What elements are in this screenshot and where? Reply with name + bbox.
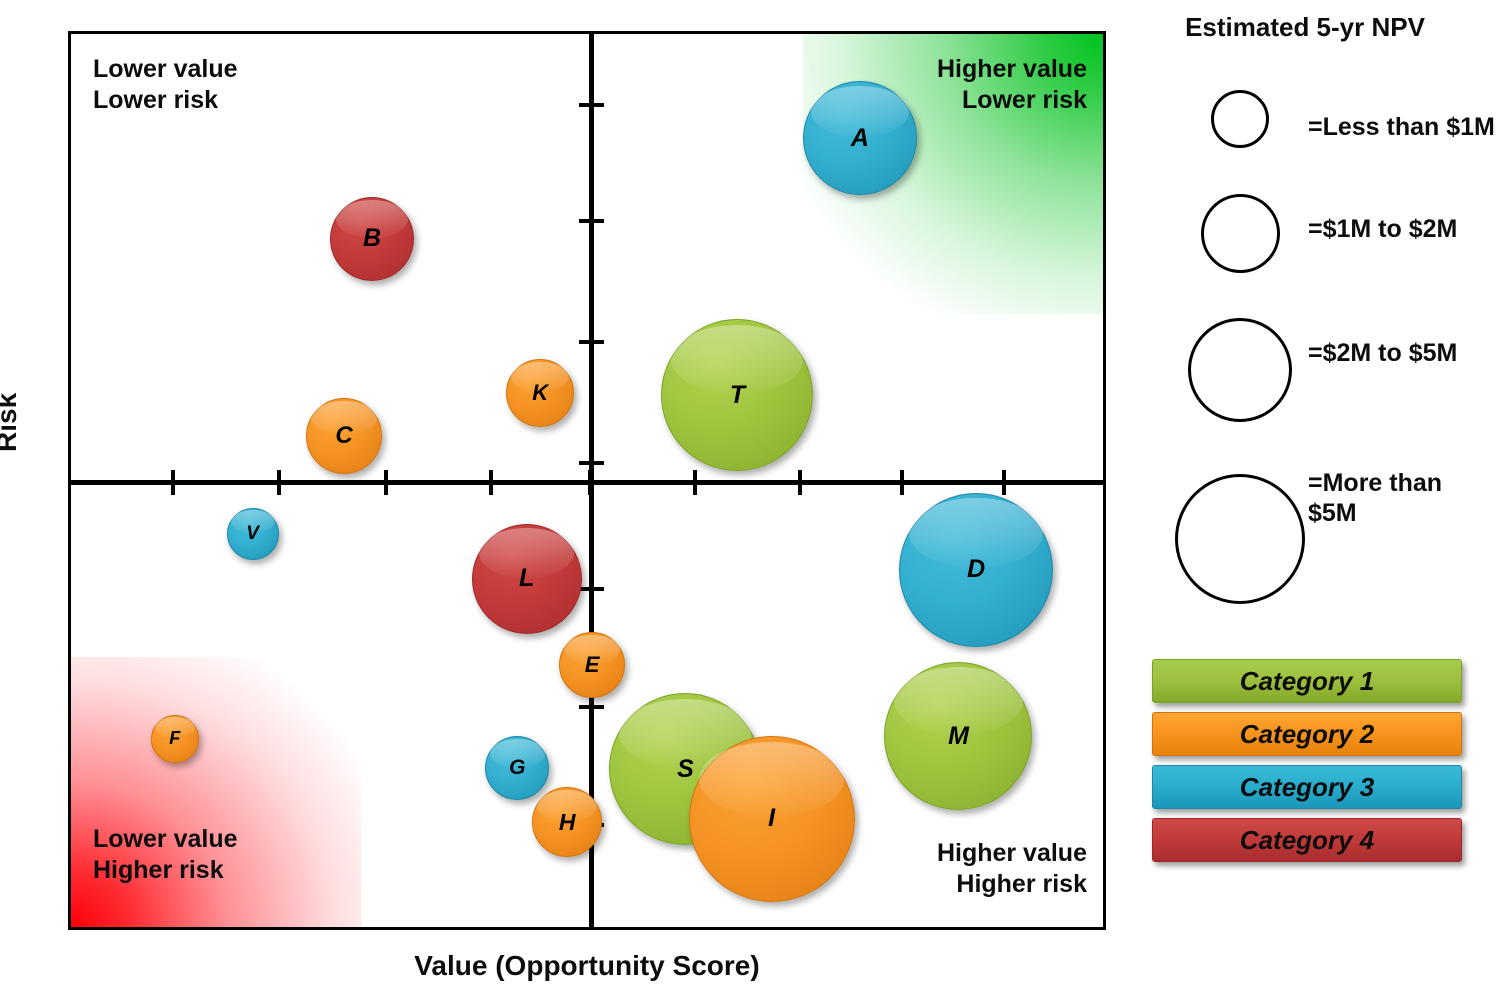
bubble-A[interactable]: A xyxy=(802,81,917,196)
bubble-label: F xyxy=(169,728,181,749)
bubble-label: V xyxy=(246,522,259,544)
y-tick-1 xyxy=(579,218,604,223)
bubble-G[interactable]: G xyxy=(485,736,550,801)
y-tick-3 xyxy=(579,460,604,465)
quadrant-label-top-right: Higher value Lower risk xyxy=(936,55,1087,114)
x-tick-6 xyxy=(797,470,802,495)
npv-size-circle-2 xyxy=(1200,194,1280,273)
y-tick-5 xyxy=(579,705,604,710)
bubble-label: G xyxy=(509,756,526,780)
x-tick-2 xyxy=(383,470,388,495)
bubble-label: T xyxy=(729,380,746,409)
bubble-chart-page: Lower value Lower risk Higher value Lowe… xyxy=(0,0,1501,1005)
bubble-M[interactable]: M xyxy=(884,662,1033,811)
x-tick-3 xyxy=(489,470,494,495)
y-tick-4 xyxy=(579,586,604,591)
bubble-V[interactable]: V xyxy=(226,507,279,560)
bubble-label: L xyxy=(519,564,535,593)
x-tick-0 xyxy=(170,470,175,495)
bubble-label: K xyxy=(532,379,549,405)
bubble-K[interactable]: K xyxy=(506,358,575,427)
category-legend-item-2[interactable]: Category 2 xyxy=(1152,712,1462,756)
plot-area: Lower value Lower risk Higher value Lowe… xyxy=(68,31,1106,930)
bubble-label: M xyxy=(948,721,969,750)
npv-size-label-2: =$1M to $2M xyxy=(1308,215,1458,243)
x-axis-line xyxy=(71,480,1103,485)
quadrant-label-bottom-left: Lower value Higher risk xyxy=(93,825,238,884)
y-tick-0 xyxy=(579,103,604,108)
x-tick-5 xyxy=(692,470,697,495)
bubble-label: S xyxy=(677,754,694,783)
quadrant-label-bottom-right: Higher value Higher risk xyxy=(936,839,1087,898)
x-tick-1 xyxy=(276,470,281,495)
category-legend-item-3[interactable]: Category 3 xyxy=(1152,765,1462,809)
bubble-I[interactable]: I xyxy=(688,735,855,902)
npv-legend-title: Estimated 5-yr NPV xyxy=(1185,12,1425,42)
bottom-left-red-glow xyxy=(71,657,361,927)
x-tick-7 xyxy=(900,470,905,495)
npv-size-legend: Estimated 5-yr NPV =Less than $1M =$1M to… xyxy=(1140,8,1498,608)
category-legend-item-1[interactable]: Category 1 xyxy=(1152,659,1462,703)
category-legend: Category 1 Category 2 Category 3 Category 4 xyxy=(1152,659,1462,871)
bubble-T[interactable]: T xyxy=(661,319,814,472)
bubble-D[interactable]: D xyxy=(899,492,1054,647)
bubble-label: B xyxy=(362,224,382,253)
bubble-label: I xyxy=(768,804,776,833)
bubble-C[interactable]: C xyxy=(305,397,382,474)
bubble-E[interactable]: E xyxy=(559,632,626,699)
npv-size-label-3: =$2M to $5M xyxy=(1308,339,1458,367)
bubble-F[interactable]: F xyxy=(150,714,199,763)
category-legend-item-4[interactable]: Category 4 xyxy=(1152,818,1462,862)
bubble-L[interactable]: L xyxy=(471,523,582,634)
bubble-label: D xyxy=(967,555,986,584)
quadrant-label-top-left: Lower value Lower risk xyxy=(93,55,238,114)
y-tick-2 xyxy=(579,340,604,345)
npv-size-label-4: =More than $5M xyxy=(1308,469,1443,527)
npv-size-circle-3 xyxy=(1188,318,1292,422)
x-tick-4 xyxy=(588,470,592,495)
y-axis-title: Risk xyxy=(0,392,22,452)
bubble-label: E xyxy=(584,652,600,678)
npv-size-label-1: =Less than $1M xyxy=(1308,113,1495,141)
bubble-label: A xyxy=(850,123,869,152)
x-axis-title: Value (Opportunity Score) xyxy=(414,950,760,981)
x-tick-8 xyxy=(1002,470,1007,495)
bubble-label: C xyxy=(335,421,353,449)
npv-size-circle-4 xyxy=(1175,474,1305,604)
bubble-B[interactable]: B xyxy=(330,196,415,281)
bubble-label: H xyxy=(558,808,576,835)
npv-size-circle-1 xyxy=(1211,90,1269,148)
